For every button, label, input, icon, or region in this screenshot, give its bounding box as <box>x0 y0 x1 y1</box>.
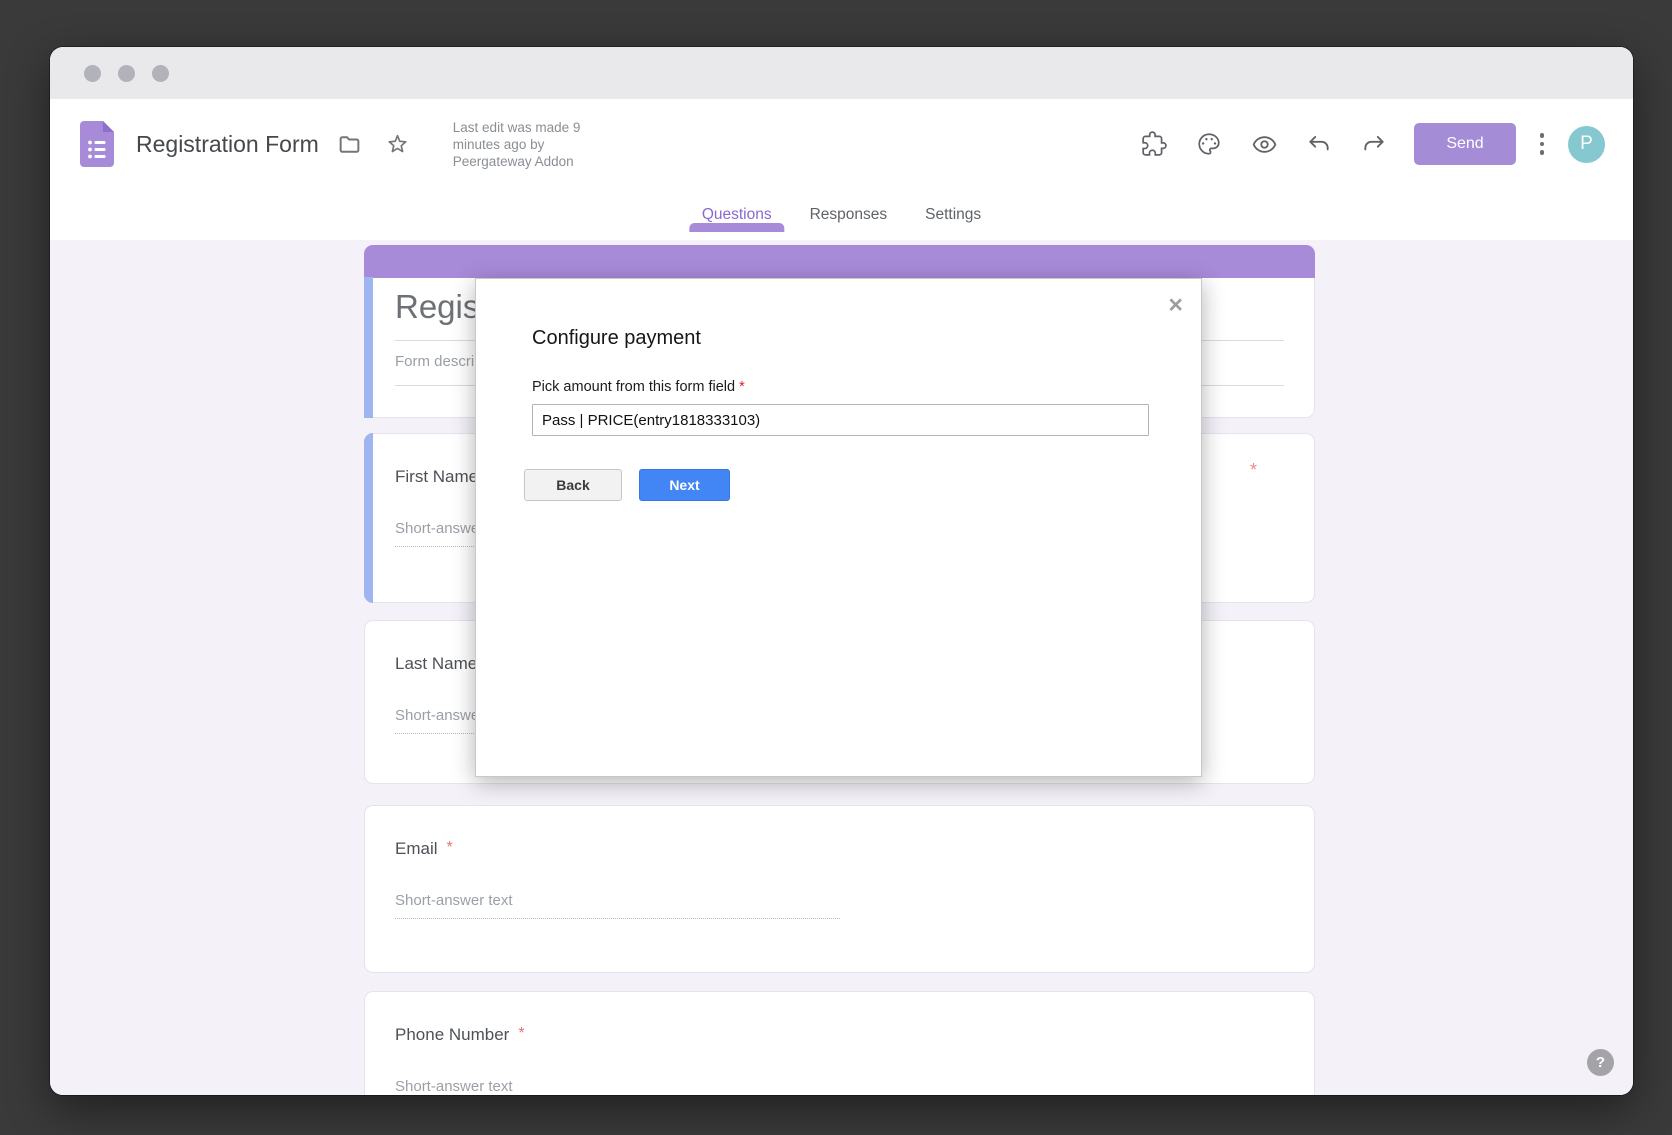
last-edit-line: minutes ago by <box>453 136 581 153</box>
window-zoom-dot[interactable] <box>152 65 169 82</box>
redo-icon[interactable] <box>1353 123 1395 165</box>
form-tabs: Questions Responses Settings <box>683 189 1000 240</box>
short-answer-placeholder: Short-answer text <box>395 892 840 919</box>
next-button[interactable]: Next <box>639 469 730 501</box>
amount-field-label: Pick amount from this form field* <box>532 379 745 395</box>
document-title[interactable]: Registration Form <box>136 131 319 158</box>
question-title: Email* <box>395 839 453 859</box>
question-card-email[interactable]: Email* Short-answer text <box>364 805 1315 973</box>
back-button[interactable]: Back <box>524 469 622 501</box>
required-asterisk: * <box>1250 460 1257 481</box>
close-icon[interactable]: × <box>1168 293 1183 318</box>
tab-settings[interactable]: Settings <box>906 189 1000 240</box>
window-titlebar <box>50 47 1633 99</box>
required-asterisk: * <box>739 379 745 395</box>
question-title: First Name <box>395 467 478 487</box>
title-card-accent-bar <box>364 245 1315 278</box>
desktop-background: Registration Form Last edit was made 9 m… <box>0 0 1672 1135</box>
theme-palette-icon[interactable] <box>1188 123 1230 165</box>
more-options-kebab-icon[interactable] <box>1529 123 1555 165</box>
short-answer-placeholder: Short-answer text <box>395 1078 840 1095</box>
move-to-folder-icon[interactable] <box>333 127 367 161</box>
browser-window: Registration Form Last edit was made 9 m… <box>50 47 1633 1095</box>
addons-puzzle-icon[interactable] <box>1133 123 1175 165</box>
configure-payment-dialog: × Configure payment Pick amount from thi… <box>475 278 1202 777</box>
question-selected-border <box>364 433 373 603</box>
preview-eye-icon[interactable] <box>1243 123 1285 165</box>
star-icon[interactable] <box>381 127 415 161</box>
help-button[interactable]: ? <box>1587 1049 1614 1076</box>
forms-logo-icon[interactable] <box>80 127 114 161</box>
question-title: Phone Number* <box>395 1025 525 1045</box>
send-button[interactable]: Send <box>1414 123 1516 165</box>
tab-questions[interactable]: Questions <box>683 189 791 240</box>
window-close-dot[interactable] <box>84 65 101 82</box>
last-edit-status: Last edit was made 9 minutes ago by Peer… <box>453 119 581 170</box>
required-asterisk: * <box>447 839 453 856</box>
question-title: Last Name <box>395 654 477 674</box>
last-edit-line: Peergateway Addon <box>453 153 581 170</box>
tab-responses[interactable]: Responses <box>791 189 907 240</box>
amount-field-input[interactable] <box>532 404 1149 436</box>
title-card-selected-border <box>364 277 373 418</box>
required-asterisk: * <box>518 1025 524 1042</box>
window-minimize-dot[interactable] <box>118 65 135 82</box>
last-edit-line: Last edit was made 9 <box>453 119 581 136</box>
question-card-phone-number[interactable]: Phone Number* Short-answer text <box>364 991 1315 1095</box>
undo-icon[interactable] <box>1298 123 1340 165</box>
dialog-title: Configure payment <box>532 327 701 350</box>
account-avatar[interactable]: P <box>1568 126 1605 163</box>
forms-header: Registration Form Last edit was made 9 m… <box>50 99 1633 240</box>
